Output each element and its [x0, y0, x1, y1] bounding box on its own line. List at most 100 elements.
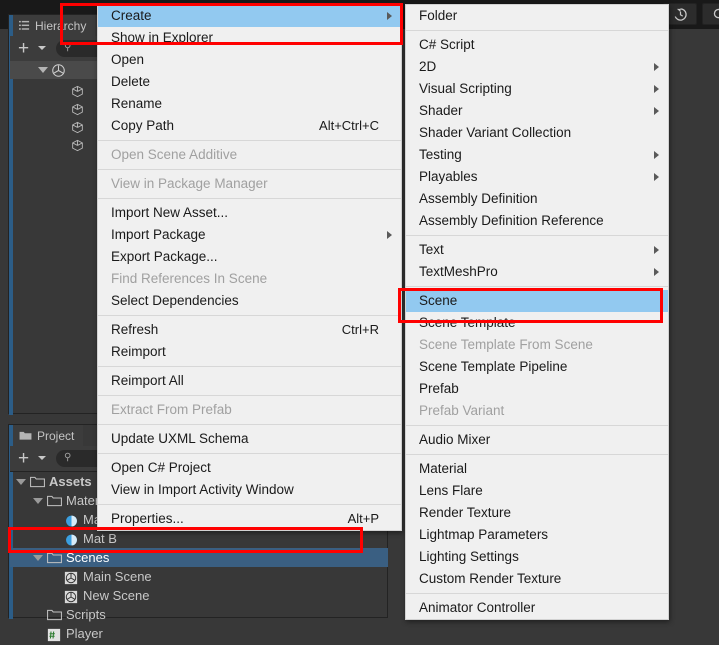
cube-icon	[71, 85, 84, 98]
menu-item-show-in-explorer[interactable]: Show in Explorer	[98, 27, 401, 49]
project-tree-item-label: Scenes	[66, 550, 109, 565]
menu-item-visual-scripting[interactable]: Visual Scripting	[406, 78, 668, 100]
menu-item-reimport[interactable]: Reimport	[98, 341, 401, 363]
menu-item-view-in-import-activity-window[interactable]: View in Import Activity Window	[98, 479, 401, 501]
search-icon: ⚲	[64, 452, 71, 463]
menu-item-label: Lens Flare	[419, 480, 646, 502]
triangle-down-icon[interactable]	[33, 555, 43, 561]
menu-item-label: C# Script	[419, 34, 646, 56]
chevron-right-icon	[654, 85, 659, 93]
menu-item-label: View in Import Activity Window	[111, 479, 379, 501]
undo-history-glyph	[673, 7, 688, 22]
menu-item-view-in-package-manager: View in Package Manager	[98, 173, 401, 195]
menu-item-delete[interactable]: Delete	[98, 71, 401, 93]
menu-item-prefab[interactable]: Prefab	[406, 378, 668, 400]
menu-item-label: 2D	[419, 56, 646, 78]
chevron-down-icon[interactable]	[38, 46, 46, 50]
menu-item-folder[interactable]: Folder	[406, 5, 668, 27]
menu-item-reimport-all[interactable]: Reimport All	[98, 370, 401, 392]
menu-item-import-package[interactable]: Import Package	[98, 224, 401, 246]
menu-item-2d[interactable]: 2D	[406, 56, 668, 78]
menu-item-textmeshpro[interactable]: TextMeshPro	[406, 261, 668, 283]
project-tree-item-player[interactable]: Player	[10, 624, 388, 643]
menu-item-material[interactable]: Material	[406, 458, 668, 480]
cube-icon	[71, 139, 84, 152]
menu-item-update-uxml-schema[interactable]: Update UXML Schema	[98, 428, 401, 450]
project-tree-item-new-scene[interactable]: New Scene	[10, 586, 388, 605]
menu-separator	[406, 286, 668, 287]
menu-item-audio-mixer[interactable]: Audio Mixer	[406, 429, 668, 451]
menu-item-testing[interactable]: Testing	[406, 144, 668, 166]
menu-item-label: Import New Asset...	[111, 202, 379, 224]
project-asset-context-menu[interactable]: CreateShow in ExplorerOpenDeleteRenameCo…	[97, 4, 402, 531]
create-submenu[interactable]: FolderC# Script2DVisual ScriptingShaderS…	[405, 4, 669, 620]
menu-item-animator-controller[interactable]: Animator Controller	[406, 597, 668, 619]
chevron-right-icon	[654, 107, 659, 115]
menu-item-lightmap-parameters[interactable]: Lightmap Parameters	[406, 524, 668, 546]
menu-item-label: Copy Path	[111, 115, 299, 137]
menu-item-c-script[interactable]: C# Script	[406, 34, 668, 56]
menu-item-assembly-definition[interactable]: Assembly Definition	[406, 188, 668, 210]
menu-item-render-texture[interactable]: Render Texture	[406, 502, 668, 524]
menu-item-label: Assembly Definition Reference	[419, 210, 646, 232]
project-add-button[interactable]: +	[18, 449, 29, 468]
triangle-down-icon[interactable]	[33, 498, 43, 504]
menu-item-label: Rename	[111, 93, 379, 115]
menu-item-label: Material	[419, 458, 646, 480]
menu-item-shader-variant-collection[interactable]: Shader Variant Collection	[406, 122, 668, 144]
menu-item-playables[interactable]: Playables	[406, 166, 668, 188]
menu-item-scene[interactable]: Scene	[406, 290, 668, 312]
menu-item-copy-path[interactable]: Copy PathAlt+Ctrl+C	[98, 115, 401, 137]
menu-item-extract-from-prefab: Extract From Prefab	[98, 399, 401, 421]
menu-item-open[interactable]: Open	[98, 49, 401, 71]
menu-separator	[98, 453, 401, 454]
menu-item-properties[interactable]: Properties...Alt+P	[98, 508, 401, 530]
chevron-right-icon	[654, 63, 659, 71]
menu-item-export-package[interactable]: Export Package...	[98, 246, 401, 268]
project-tree-item-mat-b[interactable]: Mat B	[10, 529, 388, 548]
menu-item-import-new-asset[interactable]: Import New Asset...	[98, 202, 401, 224]
project-tree-item-scripts[interactable]: Scripts	[10, 605, 388, 624]
menu-item-custom-render-texture[interactable]: Custom Render Texture	[406, 568, 668, 590]
chevron-right-icon	[654, 173, 659, 181]
magnifier-glyph	[712, 7, 719, 22]
menu-item-label: Audio Mixer	[419, 429, 646, 451]
search-global-icon[interactable]	[702, 3, 719, 25]
hierarchy-add-button[interactable]: +	[18, 39, 29, 58]
menu-item-label: Scene Template	[419, 312, 646, 334]
menu-item-scene-template[interactable]: Scene Template	[406, 312, 668, 334]
menu-item-scene-template-pipeline[interactable]: Scene Template Pipeline	[406, 356, 668, 378]
menu-item-lighting-settings[interactable]: Lighting Settings	[406, 546, 668, 568]
material-icon	[64, 533, 79, 545]
menu-item-label: Show in Explorer	[111, 27, 379, 49]
menu-separator	[98, 169, 401, 170]
menu-separator	[98, 504, 401, 505]
tab-hierarchy[interactable]: Hierarchy	[13, 15, 95, 36]
menu-item-rename[interactable]: Rename	[98, 93, 401, 115]
menu-item-label: Prefab	[419, 378, 646, 400]
menu-separator	[406, 235, 668, 236]
tab-project[interactable]: Project	[13, 425, 83, 446]
triangle-down-icon[interactable]	[38, 67, 48, 73]
menu-item-create[interactable]: Create	[98, 5, 401, 27]
menu-item-scene-template-from-scene: Scene Template From Scene	[406, 334, 668, 356]
project-tree-item-main-scene[interactable]: Main Scene	[10, 567, 388, 586]
chevron-down-icon[interactable]	[38, 456, 46, 460]
menu-item-refresh[interactable]: RefreshCtrl+R	[98, 319, 401, 341]
menu-separator	[406, 30, 668, 31]
project-tree-item-scenes[interactable]: Scenes	[10, 548, 388, 567]
menu-item-lens-flare[interactable]: Lens Flare	[406, 480, 668, 502]
menu-item-label: Folder	[419, 5, 646, 27]
menu-item-shader[interactable]: Shader	[406, 100, 668, 122]
menu-separator	[98, 315, 401, 316]
menu-item-text[interactable]: Text	[406, 239, 668, 261]
project-tree-item-label: Assets	[49, 474, 92, 489]
menu-item-select-dependencies[interactable]: Select Dependencies	[98, 290, 401, 312]
project-tree-item-label: Player	[66, 626, 103, 641]
menu-item-open-c-project[interactable]: Open C# Project	[98, 457, 401, 479]
triangle-down-icon[interactable]	[16, 479, 26, 485]
menu-item-label: Shader	[419, 100, 646, 122]
menu-item-label: Select Dependencies	[111, 290, 379, 312]
csharp-script-icon	[47, 628, 62, 640]
menu-item-assembly-definition-reference[interactable]: Assembly Definition Reference	[406, 210, 668, 232]
